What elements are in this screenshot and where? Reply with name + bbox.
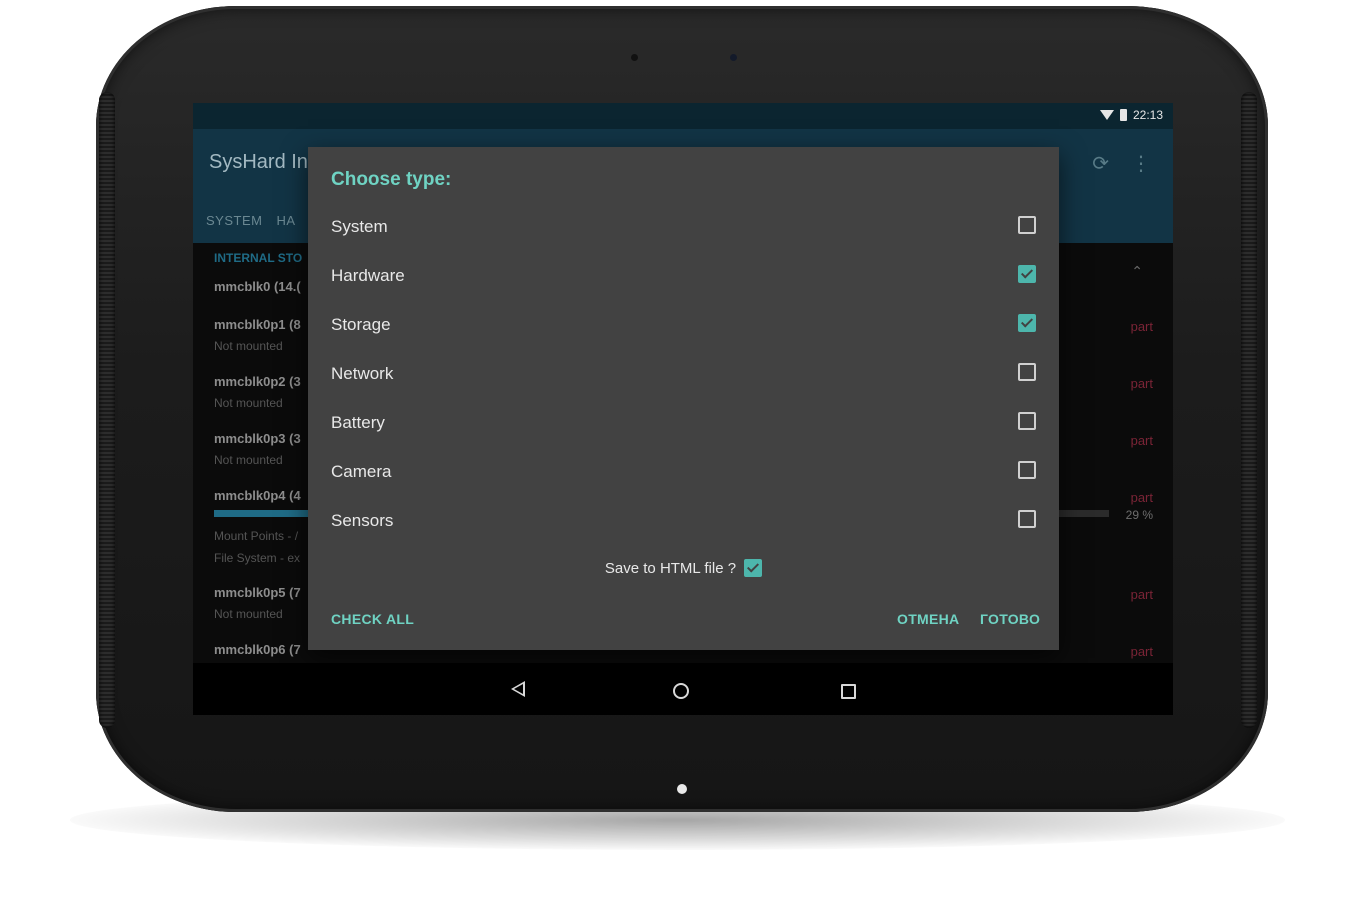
part-tag: part (1130, 433, 1153, 448)
choose-type-dialog: Choose type: System Hardware Storage Net… (308, 147, 1059, 650)
list-item-sub: Mount Points - / (214, 529, 299, 543)
option-label: Sensors (331, 511, 394, 530)
list-item-sub: File System - ex (214, 551, 301, 565)
part-tag: part (1130, 490, 1153, 505)
checkbox[interactable] (1018, 412, 1036, 430)
part-tag: part (1130, 587, 1153, 602)
status-bar: 22:13 (193, 103, 1173, 129)
save-html-row: Save to HTML file ? (308, 559, 1059, 577)
checkbox[interactable] (1018, 461, 1036, 479)
part-tag: part (1130, 319, 1153, 334)
tab-system[interactable]: SYSTEM (206, 213, 262, 228)
done-button[interactable]: ГОТОВО (980, 611, 1040, 627)
option-camera[interactable]: Camera (331, 456, 1036, 486)
wifi-icon (1099, 110, 1114, 120)
option-label: Network (331, 364, 394, 383)
front-sensor (631, 54, 638, 61)
checkbox[interactable] (1018, 363, 1036, 381)
option-label: Storage (331, 315, 391, 334)
check-all-button[interactable]: CHECK ALL (331, 611, 414, 627)
notification-led (677, 784, 687, 794)
checkbox[interactable] (1018, 314, 1036, 332)
cancel-button[interactable]: ОТМЕНА (897, 611, 959, 627)
option-network[interactable]: Network (331, 358, 1036, 388)
overflow-menu-icon[interactable]: ⋮ (1131, 151, 1151, 176)
chevron-up-icon[interactable]: ⌃ (1131, 263, 1143, 280)
option-hardware[interactable]: Hardware (331, 260, 1036, 290)
list-item-name: mmcblk0p6 (7 (214, 642, 301, 657)
part-tag: part (1130, 376, 1153, 391)
list-item-sub: Not mounted (214, 607, 283, 621)
checkbox[interactable] (1018, 216, 1036, 234)
list-item-sub: Not mounted (214, 339, 283, 353)
status-icons: 22:13 (1099, 108, 1163, 122)
list-item-name: mmcblk0 (14.( (214, 279, 301, 294)
tab-bar: SYSTEM HA (206, 213, 296, 228)
app-actions: ⟳ ⋮ (1092, 151, 1151, 176)
front-camera (730, 54, 737, 61)
home-icon[interactable] (673, 683, 689, 699)
option-label: Hardware (331, 266, 405, 285)
list-item-name: mmcblk0p1 (8 (214, 317, 301, 332)
right-speaker (1241, 92, 1257, 728)
list-item-name: mmcblk0p3 (3 (214, 431, 301, 446)
tab-hardware[interactable]: HA (276, 213, 295, 228)
list-item-name: mmcblk0p5 (7 (214, 585, 301, 600)
checkbox[interactable] (1018, 265, 1036, 283)
refresh-icon[interactable]: ⟳ (1092, 151, 1109, 176)
part-tag: part (1130, 644, 1153, 659)
screen: 22:13 SysHard In ⟳ ⋮ SYSTEM HA INTERNAL … (193, 103, 1173, 715)
save-html-checkbox[interactable] (744, 559, 763, 577)
option-system[interactable]: System (331, 211, 1036, 241)
option-battery[interactable]: Battery (331, 407, 1036, 437)
status-time: 22:13 (1132, 108, 1163, 122)
option-label: System (331, 217, 388, 236)
list-item-sub: Not mounted (214, 396, 283, 410)
back-icon[interactable] (511, 681, 525, 697)
list-item-name: mmcblk0p4 (4 (214, 488, 301, 503)
navigation-bar (193, 663, 1173, 715)
usage-percent: 29 % (1125, 508, 1153, 522)
list-item-name: mmcblk0p2 (3 (214, 374, 301, 389)
section-title: INTERNAL STO (214, 251, 303, 265)
battery-icon (1119, 109, 1127, 121)
left-speaker (99, 92, 115, 728)
list-item-sub: Not mounted (214, 453, 283, 467)
recent-apps-icon[interactable] (841, 684, 856, 699)
option-label: Camera (331, 462, 392, 481)
save-html-label: Save to HTML file ? (604, 559, 737, 577)
checkbox[interactable] (1018, 510, 1036, 528)
app-title: SysHard In (209, 151, 308, 173)
dialog-title: Choose type: (331, 169, 452, 190)
option-storage[interactable]: Storage (331, 309, 1036, 339)
option-label: Battery (331, 413, 385, 432)
option-sensors[interactable]: Sensors (331, 505, 1036, 535)
